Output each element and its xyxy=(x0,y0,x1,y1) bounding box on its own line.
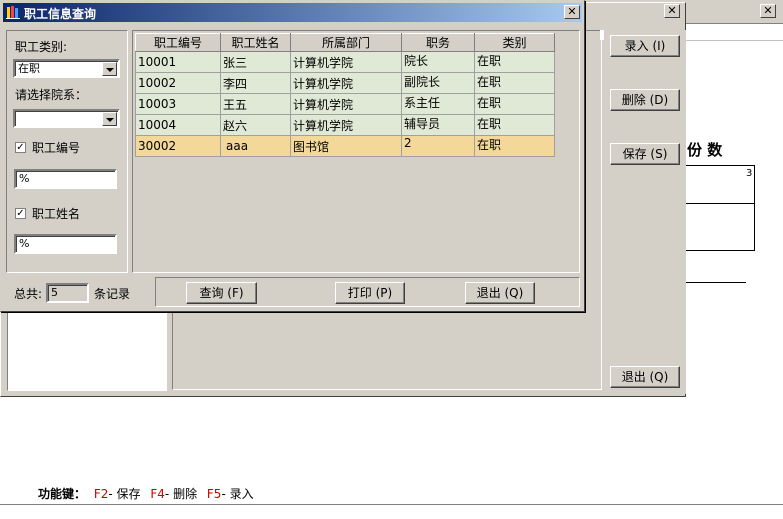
staff-id-checkbox[interactable]: ✓ xyxy=(15,142,26,153)
staff-id-label: 职工编号 xyxy=(32,141,81,155)
table-row[interactable]: 10001 张三 计算机学院 院长 在职 xyxy=(135,51,555,73)
print-button[interactable]: 打印 (P) xyxy=(335,282,405,304)
inner-close-button[interactable]: ✕ xyxy=(664,4,680,18)
cell-staff-id[interactable]: 30002 xyxy=(135,135,221,157)
cell-staff-name[interactable]: 李四 xyxy=(220,72,291,94)
f5-key: F5 xyxy=(206,487,222,501)
dialog-close-button[interactable]: ✕ xyxy=(564,5,580,19)
table-row[interactable]: 10003 王五 计算机学院 系主任 在职 xyxy=(135,93,555,115)
cell-position[interactable]: 2 xyxy=(401,135,475,157)
function-key-label: 功能键： xyxy=(38,487,87,501)
cell-staff-name[interactable]: aaa xyxy=(220,135,291,157)
column-header-staff-name[interactable]: 职工姓名 xyxy=(220,33,291,52)
staff-name-label: 职工姓名 xyxy=(32,207,81,221)
category-select[interactable]: 在职 xyxy=(13,59,120,78)
cell-staff-id[interactable]: 10002 xyxy=(135,72,221,94)
total-count-field: 5 xyxy=(46,283,89,303)
cell-category[interactable]: 在职 xyxy=(474,72,555,94)
right-divider xyxy=(686,40,783,41)
cell-position[interactable]: 辅导员 xyxy=(401,114,475,136)
cell-staff-name[interactable]: 张三 xyxy=(220,51,291,73)
column-header-staff-id[interactable]: 职工编号 xyxy=(135,33,221,52)
staff-name-checkbox[interactable]: ✓ xyxy=(15,208,26,219)
table-row[interactable]: 10002 李四 计算机学院 副院长 在职 xyxy=(135,72,555,94)
main-exit-button[interactable]: 退出 (Q) xyxy=(610,366,680,388)
total-unit-label: 条记录 xyxy=(94,287,131,301)
cell-department[interactable]: 图书馆 xyxy=(290,135,402,157)
cell-department[interactable]: 计算机学院 xyxy=(290,51,402,73)
category-label: 职工类别: xyxy=(15,40,68,54)
staff-table: 职工编号 职工姓名 所属部门 职务 类别 10001 张三 计算机学院 院长 在… xyxy=(135,33,555,157)
column-header-category[interactable]: 类别 xyxy=(474,33,555,52)
record-button[interactable]: 录入 (I) xyxy=(610,35,680,57)
f5-text: - 录入 xyxy=(221,487,254,501)
cell-category[interactable]: 在职 xyxy=(474,51,555,73)
chevron-down-icon[interactable] xyxy=(102,112,117,126)
cell-department[interactable]: 计算机学院 xyxy=(290,72,402,94)
department-label: 请选择院系： xyxy=(15,88,88,102)
f2-key: F2 xyxy=(93,487,109,501)
cell-staff-id[interactable]: 10003 xyxy=(135,93,221,115)
cell-department[interactable]: 计算机学院 xyxy=(290,114,402,136)
dialog-title: 职工信息查询 xyxy=(24,7,97,21)
staff-name-input[interactable]: % xyxy=(14,234,117,254)
f4-text: - 删除 xyxy=(164,487,198,501)
table-header-row: 职工编号 职工姓名 所属部门 职务 类别 xyxy=(135,33,555,52)
dialog-title-bar[interactable]: 职工信息查询 ✕ xyxy=(3,3,582,22)
save-button[interactable]: 保存 (S) xyxy=(610,143,680,165)
dialog-exit-button[interactable]: 退出 (Q) xyxy=(465,282,535,304)
total-label: 总共: xyxy=(14,287,43,301)
column-header-position[interactable]: 职务 xyxy=(401,33,475,52)
table-row[interactable]: 10004 赵六 计算机学院 辅导员 在职 xyxy=(135,114,555,136)
right-button-panel xyxy=(604,30,686,394)
staff-id-input[interactable]: % xyxy=(14,169,117,189)
cell-position[interactable]: 副院长 xyxy=(401,72,475,94)
department-select[interactable] xyxy=(13,109,120,128)
chevron-down-icon[interactable] xyxy=(102,62,117,76)
app-icon xyxy=(6,5,21,19)
f2-text: - 保存 xyxy=(108,487,141,501)
column-header-department[interactable]: 所属部门 xyxy=(290,33,402,52)
cell-staff-name[interactable]: 赵六 xyxy=(220,114,291,136)
query-button[interactable]: 查询 (F) xyxy=(186,282,257,304)
report-value: 3 xyxy=(746,168,753,179)
category-select-value: 在职 xyxy=(18,62,40,75)
cell-position[interactable]: 院长 xyxy=(401,51,475,73)
cell-staff-name[interactable]: 王五 xyxy=(220,93,291,115)
cell-department[interactable]: 计算机学院 xyxy=(290,93,402,115)
delete-button[interactable]: 删除 (D) xyxy=(610,89,680,111)
cell-staff-id[interactable]: 10004 xyxy=(135,114,221,136)
main-close-button[interactable]: ✕ xyxy=(760,4,776,18)
cell-category[interactable]: 在职 xyxy=(474,135,555,157)
bottom-separator xyxy=(0,504,783,505)
cell-category[interactable]: 在职 xyxy=(474,114,555,136)
cell-category[interactable]: 在职 xyxy=(474,93,555,115)
table-row-selected[interactable]: 30002 aaa 图书馆 2 在职 xyxy=(135,135,555,157)
query-dialog: 职工信息查询 ✕ 职工类别: 在职 请选择院系： ✓ 职工编号 % ✓ 职工姓名… xyxy=(0,0,585,312)
report-header-text: 份 数 xyxy=(687,141,723,159)
cell-staff-id[interactable]: 10001 xyxy=(135,51,221,73)
function-key-bar: 功能键： F2- 保存 F4- 删除 F5- 录入 xyxy=(38,485,254,501)
f4-key: F4 xyxy=(150,487,165,501)
cell-position[interactable]: 系主任 xyxy=(401,93,475,115)
